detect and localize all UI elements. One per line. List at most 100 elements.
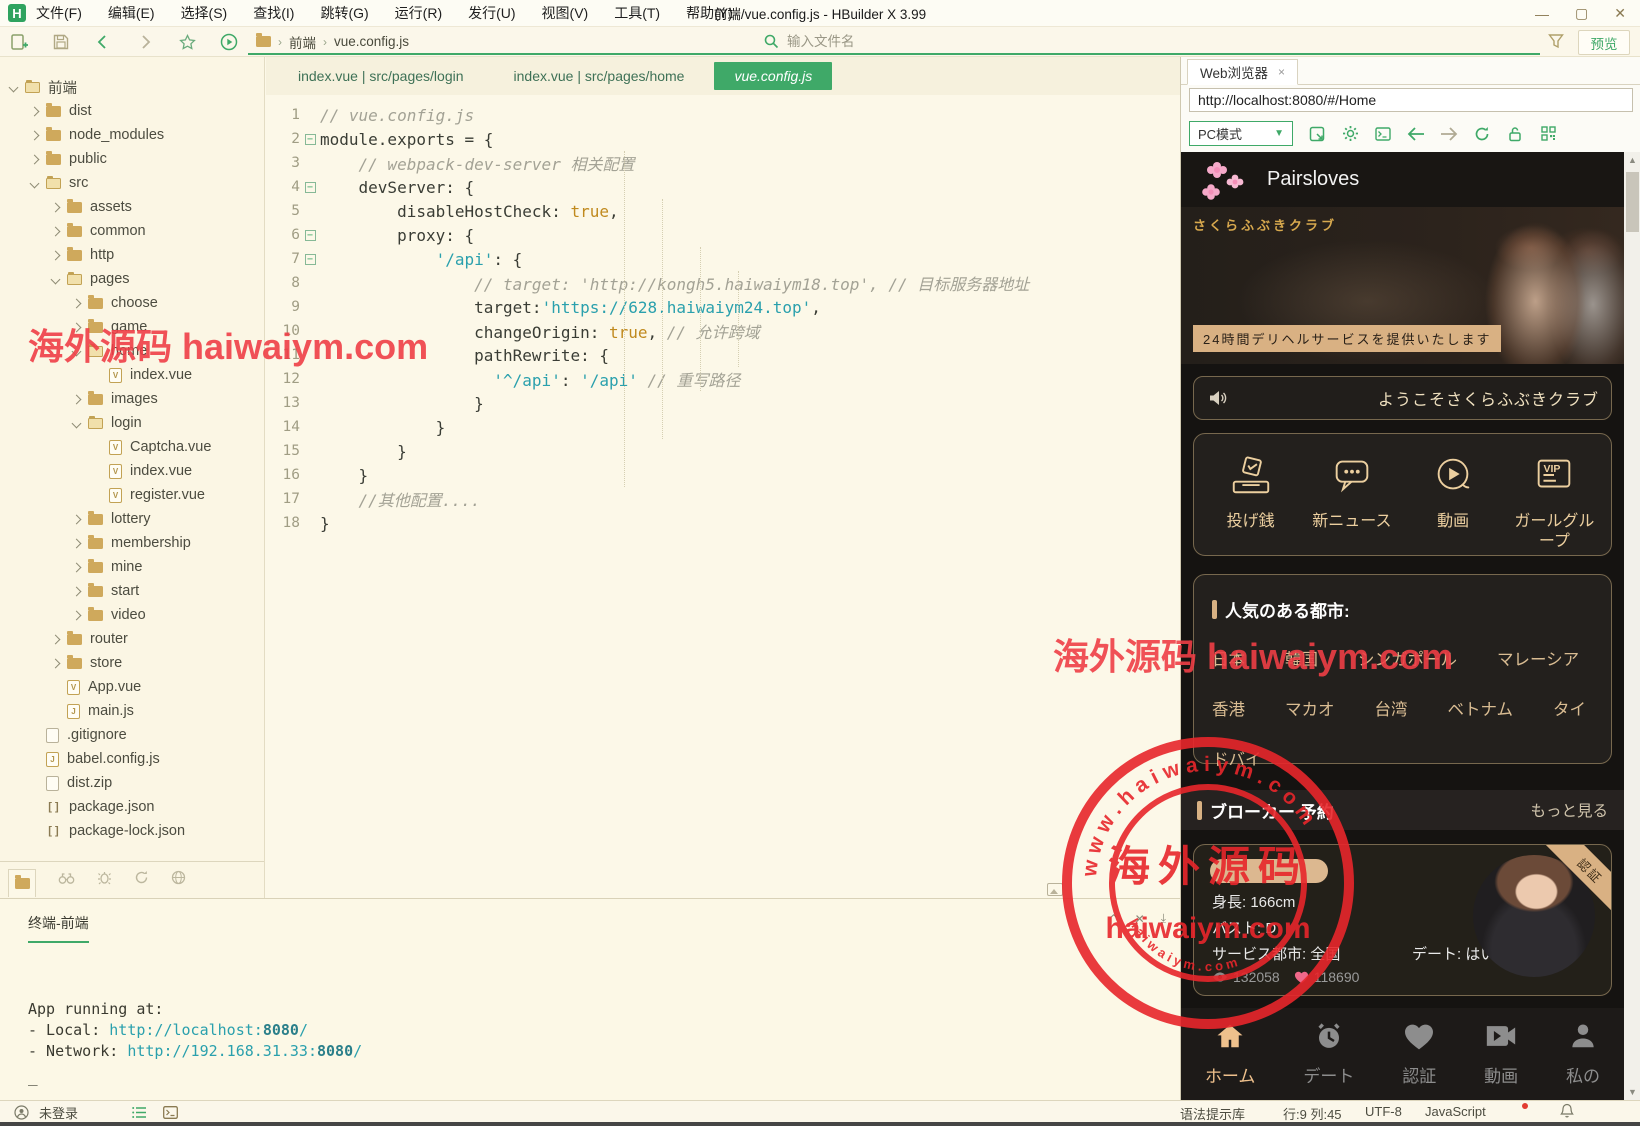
tree-item[interactable]: V Captcha.vue	[0, 435, 264, 459]
file-search-input[interactable]	[787, 34, 1427, 49]
nav-item-私の[interactable]: 私の	[1566, 1021, 1600, 1087]
tree-item[interactable]: 前端	[0, 75, 264, 99]
login-status[interactable]: 未登录	[39, 1103, 78, 1122]
close-button[interactable]: ✕	[1614, 5, 1626, 22]
scroll-to-bottom-icon[interactable]: ⤓	[1161, 911, 1166, 926]
editor-tab[interactable]: vue.config.js	[714, 62, 833, 90]
nav-item-デート[interactable]: デート	[1303, 1021, 1354, 1087]
tree-item[interactable]: node_modules	[0, 123, 264, 147]
editor-tab[interactable]: index.vue | src/pages/home	[494, 62, 705, 90]
tree-item[interactable]: src	[0, 171, 264, 195]
fold-collapse-icon[interactable]: −	[304, 133, 316, 145]
url-input[interactable]	[1189, 88, 1633, 112]
menu-item[interactable]: 查找(I)	[253, 3, 294, 23]
lock-icon[interactable]	[1506, 125, 1524, 143]
cursor-position[interactable]: 行:9 列:45	[1283, 1104, 1342, 1123]
tree-item[interactable]: http	[0, 243, 264, 267]
breadcrumb-file[interactable]: vue.config.js	[334, 34, 409, 49]
site-menu-item[interactable]: 動画	[1405, 452, 1501, 532]
menu-item[interactable]: 视图(V)	[542, 3, 589, 23]
terminal-icon[interactable]	[163, 1105, 178, 1119]
site-menu-item[interactable]: VIP ガールグループ	[1506, 452, 1602, 552]
scroll-down-icon[interactable]: ▼	[1624, 1084, 1640, 1100]
image-icon[interactable]	[1047, 883, 1063, 896]
filter-icon[interactable]	[1548, 33, 1564, 54]
menu-item[interactable]: 发行(U)	[468, 3, 515, 23]
city-link[interactable]: 日本	[1212, 646, 1245, 670]
new-file-button[interactable]	[10, 33, 28, 51]
escort-profile-card[interactable]: 身長: 166cm バスト: D サービス都市: 全国 デート: はい 1320…	[1193, 844, 1612, 996]
city-link[interactable]: タイ	[1553, 696, 1586, 720]
tree-item[interactable]: · dist.zip	[0, 771, 264, 795]
tree-item[interactable]: V App.vue	[0, 675, 264, 699]
fold-collapse-icon[interactable]: −	[304, 181, 316, 193]
tree-item[interactable]: start	[0, 579, 264, 603]
tree-item[interactable]: home	[0, 339, 264, 363]
city-link[interactable]: ドバイ	[1212, 746, 1262, 770]
close-terminal-icon[interactable]: ✕	[1135, 912, 1145, 926]
fold-marker[interactable]: −	[300, 181, 320, 193]
browser-tab[interactable]: Web浏览器 ×	[1187, 59, 1299, 85]
tree-item[interactable]: public	[0, 147, 264, 171]
sync-icon[interactable]	[134, 870, 149, 890]
syntax-hints-label[interactable]: 语法提示库	[1180, 1104, 1245, 1123]
tree-item[interactable]: lottery	[0, 507, 264, 531]
tree-item[interactable]: · .gitignore	[0, 723, 264, 747]
site-brand[interactable]: Pairsloves	[1267, 168, 1359, 191]
tree-item[interactable]: images	[0, 387, 264, 411]
tree-item[interactable]: assets	[0, 195, 264, 219]
encoding-label[interactable]: UTF-8	[1365, 1104, 1402, 1119]
language-label[interactable]: JavaScript	[1425, 1104, 1486, 1119]
tree-item[interactable]: Vregister.vue	[0, 483, 264, 507]
code-area[interactable]: 1// vue.config.js 2− module.exports = {3 /…	[266, 95, 1180, 898]
bell-icon[interactable]	[1560, 1103, 1574, 1121]
list-icon[interactable]	[132, 1106, 147, 1119]
terminal-tab[interactable]: 终端-前端	[28, 913, 89, 943]
fold-collapse-icon[interactable]: −	[304, 229, 316, 241]
run-button[interactable]	[220, 33, 238, 51]
nav-item-動画[interactable]: 動画	[1484, 1021, 1518, 1087]
tree-item[interactable]: pages	[0, 267, 264, 291]
tree-item[interactable]: dist	[0, 99, 264, 123]
tree-item[interactable]: [ ] package-lock.json	[0, 819, 264, 843]
tree-item[interactable]: login	[0, 411, 264, 435]
site-menu-item[interactable]: 新ニュース	[1304, 452, 1400, 532]
gear-icon[interactable]	[1341, 125, 1359, 143]
forward-button[interactable]	[136, 33, 154, 51]
fold-marker[interactable]: −	[300, 253, 320, 265]
device-mode-select[interactable]: PC模式 ▼	[1189, 121, 1293, 146]
tree-item[interactable]: game	[0, 315, 264, 339]
tree-item[interactable]: membership	[0, 531, 264, 555]
back-button[interactable]	[94, 33, 112, 51]
hero-banner[interactable]: さくらふぶきクラブ 24時間デリヘルサービスを提供いたします	[1181, 207, 1624, 364]
editor-tab[interactable]: index.vue | src/pages/login	[278, 62, 484, 90]
nav-item-ホーム[interactable]: ホーム	[1205, 1021, 1255, 1087]
city-link[interactable]: ベトナム	[1448, 696, 1514, 720]
tree-item[interactable]: [ ] package.json	[0, 795, 264, 819]
globe-icon[interactable]	[171, 870, 186, 890]
nav-item-認証[interactable]: 認証	[1402, 1021, 1436, 1087]
fold-collapse-icon[interactable]: −	[304, 253, 316, 265]
city-link[interactable]: シンガポール	[1358, 646, 1457, 670]
site-menu-item[interactable]: 投げ銭	[1203, 452, 1299, 532]
city-link[interactable]: マレーシア	[1497, 646, 1579, 670]
scroll-up-icon[interactable]: ▲	[1624, 152, 1640, 168]
binoculars-icon[interactable]	[58, 871, 75, 890]
open-external-icon[interactable]	[1308, 125, 1326, 143]
save-button[interactable]	[52, 33, 70, 51]
breadcrumb[interactable]: › 前端 › vue.config.js	[248, 30, 756, 55]
tree-item[interactable]: video	[0, 603, 264, 627]
see-more-link[interactable]: もっと見る	[1530, 799, 1608, 821]
tree-item[interactable]: mine	[0, 555, 264, 579]
tree-item[interactable]: choose	[0, 291, 264, 315]
menu-item[interactable]: 工具(T)	[614, 3, 660, 23]
tree-item[interactable]: common	[0, 219, 264, 243]
close-icon[interactable]: ×	[1278, 65, 1285, 79]
fold-marker[interactable]: −	[300, 133, 320, 145]
minimize-button[interactable]: —	[1535, 6, 1549, 22]
breadcrumb-project[interactable]: 前端	[289, 32, 316, 52]
preview-button[interactable]: 预览	[1578, 30, 1630, 55]
city-link[interactable]: 韓国	[1285, 646, 1318, 670]
qr-code-icon[interactable]	[1539, 125, 1557, 143]
city-link[interactable]: 香港	[1212, 696, 1245, 720]
